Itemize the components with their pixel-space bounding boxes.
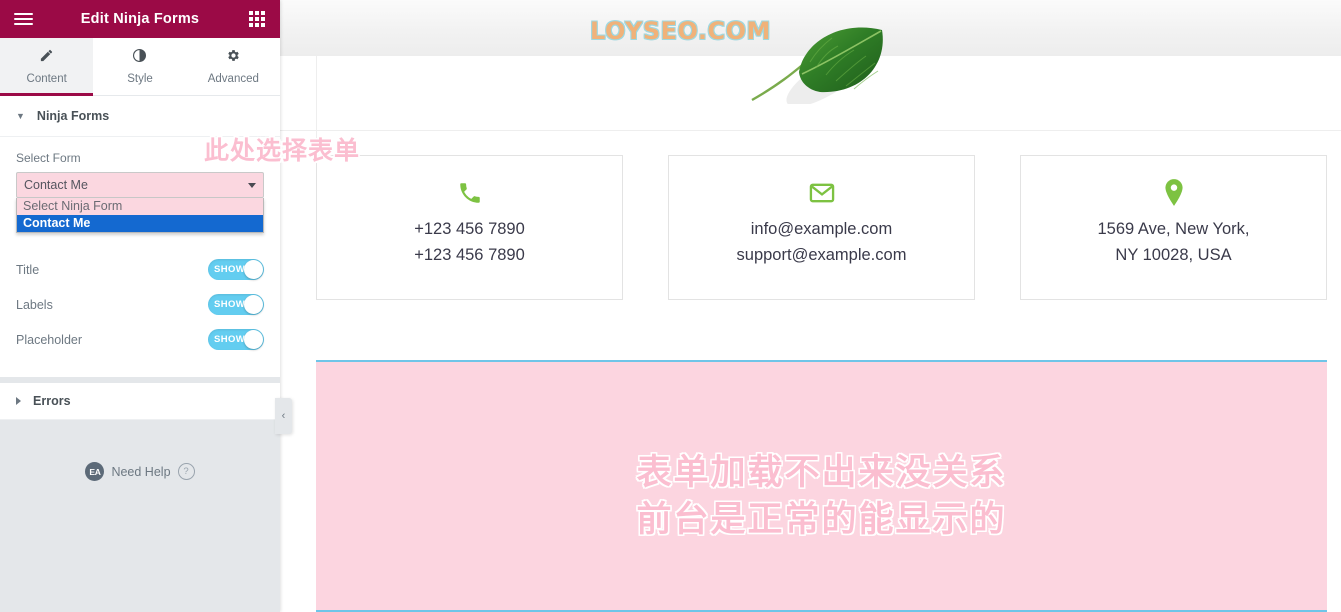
contact-card-email: info@example.com support@example.com [668,155,975,300]
grid-apps-icon[interactable] [246,8,268,30]
form-placeholder-section: 表单加载不出来没关系 前台是正常的能显示的 [316,360,1327,612]
panel-header: Edit Ninja Forms [0,0,280,38]
toggle-placeholder[interactable]: SHOW [208,329,264,350]
gear-icon [226,48,241,68]
toggle-title-text: SHOW [214,264,246,275]
tab-content-label: Content [26,73,67,85]
select-form-value: Contact Me [24,178,88,192]
annotation-line-2: 前台是正常的能显示的 [636,500,1007,540]
card-text-line: +123 456 7890 [414,246,525,264]
tab-style[interactable]: Style [93,38,186,95]
toggle-labels-text: SHOW [214,299,246,310]
ea-badge-icon: EA [85,462,105,481]
section-ninja-forms-label: Ninja Forms [36,109,110,123]
option-row-labels: Labels SHOW [16,287,264,322]
select-form-hint-annotation: 此处选择表单 [204,136,361,165]
option-labels-label: Labels [16,297,53,312]
pencil-icon [39,48,54,68]
annotation-line-1: 表单加载不出来没关系 [636,453,1007,493]
need-help-label: Need Help [111,464,171,479]
green-leaf-image [742,18,894,107]
option-title-label: Title [16,262,40,277]
select-form-input[interactable]: Contact Me [16,172,264,198]
chevron-down-icon: ▼ [16,111,25,121]
option-row-title: Title SHOW [16,252,264,287]
question-mark-icon[interactable]: ? [177,463,195,480]
toggle-knob [244,260,263,279]
tab-content[interactable]: Content [0,38,94,96]
select-option-contact-me[interactable]: Contact Me [17,215,263,232]
hamburger-icon[interactable] [12,8,34,30]
tab-style-label: Style [127,73,153,85]
section-ninja-forms-body: Select Form Contact Me Select Ninja Form… [0,137,280,377]
contact-card-address: 1569 Ave, New York, NY 10028, USA [1020,155,1327,300]
chevron-right-icon [16,397,21,405]
contact-card-phone: +123 456 7890 +123 456 7890 [316,155,623,300]
option-row-placeholder: Placeholder SHOW [16,322,264,357]
option-placeholder-label: Placeholder [16,332,83,347]
tab-advanced[interactable]: Advanced [187,38,280,95]
phone-icon [457,178,483,208]
panel-title: Edit Ninja Forms [80,11,200,27]
tab-advanced-label: Advanced [207,73,259,85]
map-pin-icon [1161,178,1187,208]
card-text-line: support@example.com [736,246,907,264]
toggle-placeholder-text: SHOW [214,334,246,345]
card-text-line: 1569 Ave, New York, [1097,220,1250,238]
contact-cards-row: +123 456 7890 +123 456 7890 info@example… [316,155,1327,300]
card-text-line: NY 10028, USA [1115,246,1232,264]
select-form-control: Contact Me Select Ninja Form Contact Me [16,172,264,233]
card-text-line: +123 456 7890 [414,220,525,238]
layout-guide-top [280,130,1341,131]
envelope-icon [808,178,836,208]
form-placeholder-annotation: 表单加载不出来没关系 前台是正常的能显示的 [636,450,1006,544]
chevron-down-icon [248,182,256,188]
toggle-labels[interactable]: SHOW [208,294,264,315]
card-text-line: info@example.com [750,220,893,238]
elementor-panel: Edit Ninja Forms Content Style Advanced … [0,0,280,612]
toggle-knob [244,330,263,349]
panel-collapse-tab[interactable]: ‹ [275,398,292,434]
select-form-menu: Select Ninja Form Contact Me [16,198,264,233]
section-errors-label: Errors [33,394,71,408]
section-errors[interactable]: Errors [0,383,280,420]
panel-tabs: Content Style Advanced [0,38,280,96]
select-option-placeholder[interactable]: Select Ninja Form [17,198,263,215]
toggle-title[interactable]: SHOW [208,259,264,280]
toggle-knob [244,295,263,314]
need-help[interactable]: EA Need Help ? [0,462,280,481]
contrast-icon [132,48,147,68]
